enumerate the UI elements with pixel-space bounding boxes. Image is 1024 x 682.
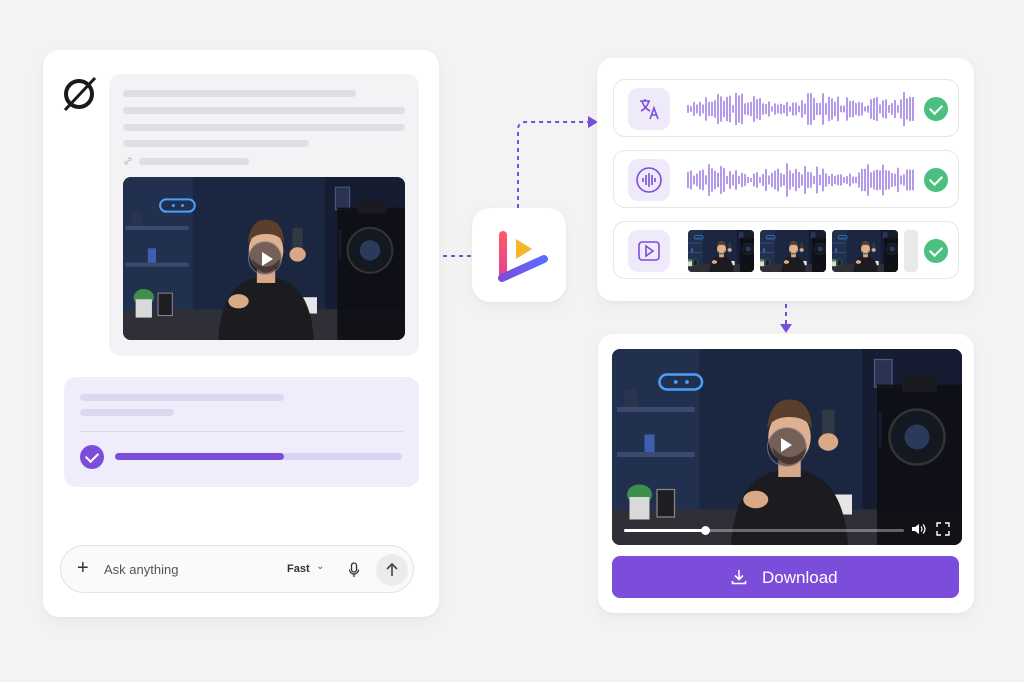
chat-panel: + Ask anything Fast ⌄	[43, 50, 439, 617]
result-panel: Download	[598, 334, 974, 613]
video-frame-thumbnail	[688, 230, 754, 272]
add-attachment-button[interactable]: +	[77, 557, 89, 580]
upload-progress-card	[64, 377, 419, 487]
prompt-composer[interactable]: + Ask anything Fast ⌄	[60, 545, 414, 593]
mode-selector[interactable]: Fast	[287, 563, 310, 575]
send-button[interactable]	[376, 554, 408, 586]
check-icon	[924, 97, 948, 121]
arrow-up-icon	[386, 562, 398, 576]
video-frame-thumbnail	[832, 230, 898, 272]
app-icon[interactable]	[472, 208, 566, 302]
app-logo-icon	[498, 231, 548, 282]
divider	[80, 431, 403, 432]
video-frame-thumbnail	[904, 230, 918, 272]
check-icon	[924, 168, 948, 192]
track-audio[interactable]	[613, 150, 959, 208]
video-scrubber[interactable]	[624, 526, 904, 535]
chevron-down-icon[interactable]: ⌄	[316, 561, 324, 572]
text-placeholder-line	[123, 140, 309, 147]
play-button[interactable]	[248, 241, 282, 275]
fullscreen-icon[interactable]	[935, 521, 951, 537]
logo-icon	[63, 76, 97, 112]
check-icon	[80, 445, 104, 469]
download-button[interactable]: Download	[612, 556, 959, 598]
connector-app-to-tracks	[517, 116, 598, 208]
waveform	[687, 163, 914, 197]
source-video-thumbnail[interactable]	[123, 177, 405, 340]
waveform	[687, 91, 914, 127]
prompt-input[interactable]: Ask anything	[104, 562, 178, 577]
progress-bar	[115, 453, 402, 460]
text-placeholder-line	[123, 90, 356, 97]
text-placeholder-line	[80, 394, 284, 401]
download-icon	[731, 570, 747, 585]
link-placeholder[interactable]	[139, 158, 249, 165]
download-label: Download	[762, 568, 838, 587]
scrubber-fill	[624, 529, 706, 532]
chat-message	[109, 74, 419, 356]
play-button[interactable]	[767, 427, 807, 467]
translate-icon	[628, 88, 670, 130]
track-translation[interactable]	[613, 79, 959, 137]
output-video-player[interactable]	[612, 349, 962, 545]
track-video-frames[interactable]	[613, 221, 959, 279]
check-icon	[924, 239, 948, 263]
microphone-icon[interactable]	[348, 562, 360, 578]
progress-bar-fill	[115, 453, 285, 460]
volume-icon[interactable]	[910, 521, 926, 537]
link-icon	[124, 157, 132, 165]
video-frame-thumbnail	[760, 230, 826, 272]
text-placeholder-line	[123, 124, 405, 131]
processing-tracks-panel	[597, 58, 974, 301]
text-placeholder-line	[80, 409, 174, 416]
video-play-icon	[628, 230, 670, 272]
text-placeholder-line	[123, 107, 405, 114]
audio-waveform-icon	[628, 159, 670, 201]
